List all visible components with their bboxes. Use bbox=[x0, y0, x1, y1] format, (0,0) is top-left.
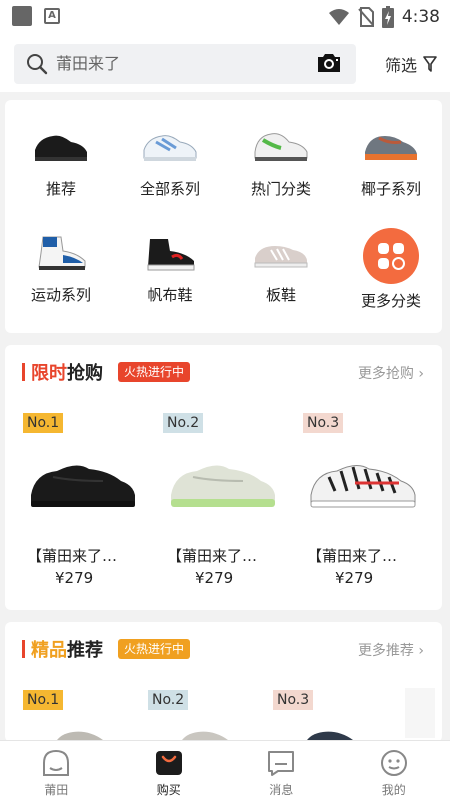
header: 莆田来了 筛选 bbox=[0, 34, 450, 92]
shopping-bag-icon bbox=[155, 751, 182, 775]
category-yeezy[interactable]: 椰子系列 bbox=[341, 122, 441, 199]
category-more[interactable]: 更多分类 bbox=[341, 228, 441, 311]
zebra-yeezy-image bbox=[310, 465, 416, 508]
face-icon bbox=[43, 749, 70, 776]
white-blue-sneaker-icon bbox=[143, 135, 197, 161]
category-sports[interactable]: 运动系列 bbox=[11, 228, 111, 305]
more-featured-link[interactable]: 更多推荐 › bbox=[358, 640, 424, 660]
orange-grey-sneaker-icon bbox=[365, 136, 417, 160]
featured-header: 精品推荐 火热进行中 更多推荐 › bbox=[5, 622, 442, 678]
grid-icon bbox=[363, 228, 419, 284]
product-name: 【莆田来了… bbox=[307, 547, 398, 565]
blue-high-top-sneaker-icon bbox=[38, 236, 86, 270]
black-sneaker-icon bbox=[35, 135, 87, 161]
next-card-peek bbox=[405, 688, 435, 738]
rank-badge: No.3 bbox=[303, 413, 344, 433]
black-yeezy-image bbox=[31, 465, 135, 507]
hot-badge: 火热进行中 bbox=[118, 362, 191, 382]
rank-badge: No.1 bbox=[23, 690, 64, 710]
nav-putian[interactable]: 莆田 bbox=[0, 741, 113, 800]
black-canvas-shoe-icon bbox=[147, 239, 195, 271]
bottom-nav: 莆田 购买 消息 我的 bbox=[0, 740, 450, 800]
nav-profile[interactable]: 我的 bbox=[338, 741, 450, 800]
no-sim-icon bbox=[358, 7, 374, 27]
battery-charging-icon bbox=[381, 6, 394, 28]
filter-label: 筛选 bbox=[385, 56, 418, 75]
category-hot[interactable]: 热门分类 bbox=[231, 122, 331, 199]
app-notification-icon: A bbox=[44, 8, 60, 24]
flash-sale-section: 限时抢购 火热进行中 更多抢购 › No.1 【莆田来了… ¥279 No.2 … bbox=[5, 345, 442, 610]
category-all-series[interactable]: 全部系列 bbox=[120, 122, 220, 199]
rank-badge: No.2 bbox=[163, 413, 204, 433]
product-price: ¥279 bbox=[195, 569, 234, 587]
smile-icon bbox=[380, 750, 407, 776]
grey-skate-shoe-icon bbox=[254, 246, 308, 268]
more-flash-sale-link[interactable]: 更多抢购 › bbox=[358, 363, 424, 383]
white-green-sneaker-icon bbox=[254, 133, 308, 161]
funnel-icon bbox=[423, 56, 437, 72]
product-name: 【莆田来了… bbox=[27, 547, 118, 565]
wifi-icon bbox=[328, 9, 349, 25]
search-icon bbox=[27, 54, 48, 75]
featured-section: 精品推荐 火热进行中 更多推荐 › No.1 No.2 No.3 bbox=[5, 622, 442, 742]
search-bar[interactable]: 莆田来了 bbox=[14, 44, 356, 84]
notification-square-icon bbox=[12, 6, 32, 26]
search-input[interactable]: 莆田来了 bbox=[56, 53, 120, 75]
hot-badge: 火热进行中 bbox=[118, 639, 191, 659]
filter-button[interactable]: 筛选 bbox=[385, 52, 437, 76]
message-icon bbox=[268, 751, 295, 776]
nav-buy[interactable]: 购买 bbox=[113, 741, 226, 800]
clock: 4:38 bbox=[401, 7, 440, 27]
cream-yeezy-image bbox=[171, 465, 275, 507]
status-bar: A 4:38 bbox=[0, 0, 450, 34]
product-price: ¥279 bbox=[55, 569, 94, 587]
product-price: ¥279 bbox=[335, 569, 374, 587]
rank-badge: No.3 bbox=[273, 690, 314, 710]
category-canvas[interactable]: 帆布鞋 bbox=[120, 228, 220, 305]
flash-sale-header: 限时抢购 火热进行中 更多抢购 › bbox=[5, 345, 442, 401]
rank-badge: No.1 bbox=[23, 413, 64, 433]
nav-messages[interactable]: 消息 bbox=[225, 741, 338, 800]
featured-title: 精品推荐 bbox=[31, 640, 103, 661]
category-panel: 推荐 全部系列 热门分类 椰子系列 运动系列 帆布鞋 板鞋 更多分类 bbox=[5, 100, 442, 333]
camera-icon[interactable] bbox=[316, 52, 342, 74]
category-recommend[interactable]: 推荐 bbox=[11, 122, 111, 199]
category-skate[interactable]: 板鞋 bbox=[231, 228, 331, 305]
flash-sale-title: 限时抢购 bbox=[31, 363, 103, 384]
rank-badge: No.2 bbox=[148, 690, 189, 710]
product-name: 【莆田来了… bbox=[167, 547, 258, 565]
